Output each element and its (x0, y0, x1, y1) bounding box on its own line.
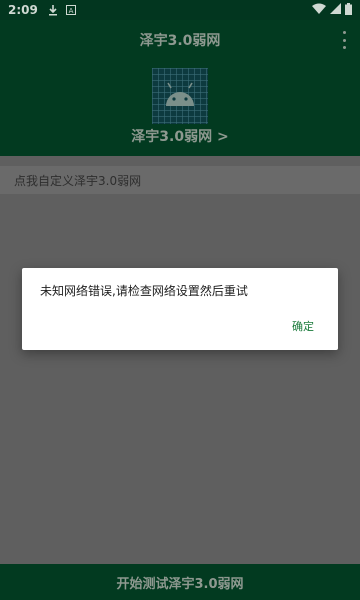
error-dialog: 未知网络错误,请检查网络设置然后重试 确定 (22, 268, 338, 350)
app-title: 泽宇3.0弱网 (139, 33, 221, 49)
header-title-link[interactable]: 泽宇3.0弱网 > (0, 126, 360, 146)
more-vert-icon[interactable] (340, 31, 348, 49)
status-time: 2:09 (8, 3, 38, 17)
status-bar: 2:09 A (0, 0, 360, 20)
svg-text:A: A (68, 7, 73, 15)
signal-icon (330, 3, 341, 17)
start-test-label: 开始测试泽宇3.0弱网 (116, 576, 244, 592)
notification-a-icon: A (65, 5, 76, 15)
customize-label: 点我自定义泽宇3.0弱网 (14, 173, 142, 188)
dialog-message: 未知网络错误,请检查网络设置然后重试 (40, 284, 248, 298)
android-icon[interactable] (152, 68, 208, 124)
wifi-icon (312, 3, 326, 17)
download-icon (48, 4, 58, 16)
app-bar: 泽宇3.0弱网 (0, 20, 360, 60)
confirm-button[interactable]: 确定 (292, 318, 314, 334)
start-test-button[interactable]: 开始测试泽宇3.0弱网 (0, 564, 360, 600)
customize-row[interactable]: 点我自定义泽宇3.0弱网 (0, 166, 360, 194)
app-header: 泽宇3.0弱网 > (0, 60, 360, 156)
battery-icon (345, 2, 352, 18)
